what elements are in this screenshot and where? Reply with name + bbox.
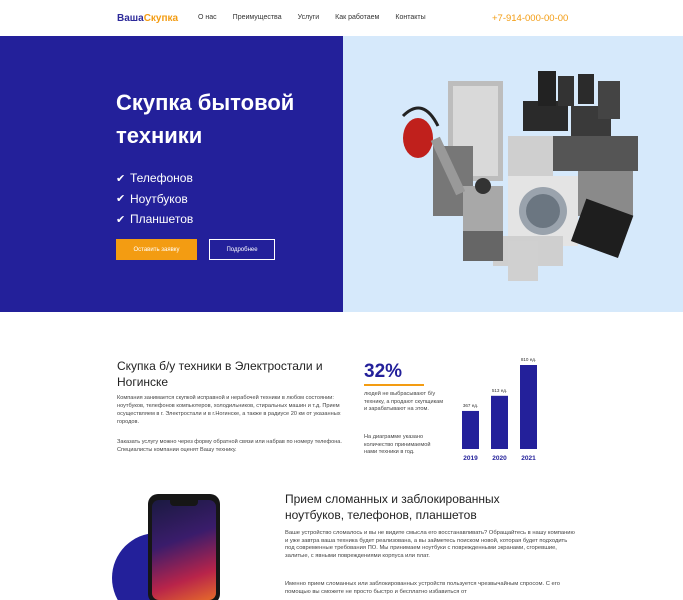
- nav-services[interactable]: Услуги: [298, 14, 320, 21]
- hero-list-label: Телефонов: [130, 171, 193, 186]
- appliances-heart-image: [401, 71, 638, 281]
- leave-request-button[interactable]: Оставить заявку: [116, 239, 197, 260]
- hero-list-label: Планшетов: [130, 212, 194, 227]
- bar-value-label: 810 ед.: [521, 357, 536, 362]
- about-paragraph-2: Заказать услугу можно через форму обратн…: [117, 439, 342, 453]
- hero-list-item: ✔ Телефонов: [116, 168, 193, 189]
- chart-caption: На диаграмме указано количество принимае…: [364, 434, 431, 456]
- about-title: Скупка б/у техники в Электростали и Ноги…: [117, 359, 323, 389]
- smartphone-screen: [152, 500, 216, 600]
- check-icon: ✔: [116, 213, 126, 226]
- logo[interactable]: ВашаСкупка: [117, 13, 178, 24]
- check-icon: ✔: [116, 172, 126, 185]
- hero-list: ✔ Телефонов ✔ Ноутбуков ✔ Планшетов: [116, 168, 193, 230]
- repair-paragraph-2: Именно прием сломанных или заблокированн…: [285, 581, 560, 595]
- repair-title: Прием сломанных и заблокированных ноутбу…: [285, 492, 500, 522]
- logo-part2: Скупка: [143, 13, 179, 24]
- bar-category-label: 2021: [521, 455, 536, 462]
- stat-percent-text: людей не выбрасывают б/у технику, а прод…: [364, 391, 444, 413]
- bar-value-label: 513 ед.: [492, 388, 507, 393]
- stat-percent: 32%: [364, 361, 403, 382]
- bar-2020: [491, 395, 508, 449]
- bar-category-label: 2020: [492, 455, 507, 462]
- hero-list-item: ✔ Планшетов: [116, 209, 193, 230]
- bar-2019: [462, 410, 479, 449]
- stat-underline: [364, 384, 424, 386]
- hero-title: Скупка бытовой техники: [116, 90, 295, 148]
- nav-advantages[interactable]: Преимущества: [233, 14, 282, 21]
- repair-paragraph-1: Ваше устройство сломалось и вы не видите…: [285, 530, 575, 560]
- smartphone-notch: [170, 500, 198, 506]
- bar-chart: 367 ед. 2019 513 ед. 2020 810 ед. 2021: [462, 357, 537, 462]
- hero-image-panel: [343, 36, 683, 312]
- main-nav: О нас Преимущества Услуги Как работаем К…: [198, 14, 442, 21]
- nav-how-we-work[interactable]: Как работаем: [335, 14, 379, 21]
- more-details-button[interactable]: Подробнее: [209, 239, 275, 260]
- bar-category-label: 2019: [463, 455, 478, 462]
- hero-list-item: ✔ Ноутбуков: [116, 189, 193, 210]
- nav-contacts[interactable]: Контакты: [395, 14, 425, 21]
- bar-value-label: 367 ед.: [463, 403, 478, 408]
- about-paragraph-1: Компания занимается скупкой исправной и …: [117, 395, 341, 425]
- check-icon: ✔: [116, 193, 126, 206]
- bar-2021: [520, 365, 537, 449]
- hero-list-label: Ноутбуков: [130, 191, 188, 206]
- site-header: ВашаСкупка О нас Преимущества Услуги Как…: [0, 0, 683, 36]
- nav-about[interactable]: О нас: [198, 14, 217, 21]
- logo-part1: Ваша: [117, 13, 144, 24]
- header-phone[interactable]: +7-914-000-00-00: [492, 13, 568, 24]
